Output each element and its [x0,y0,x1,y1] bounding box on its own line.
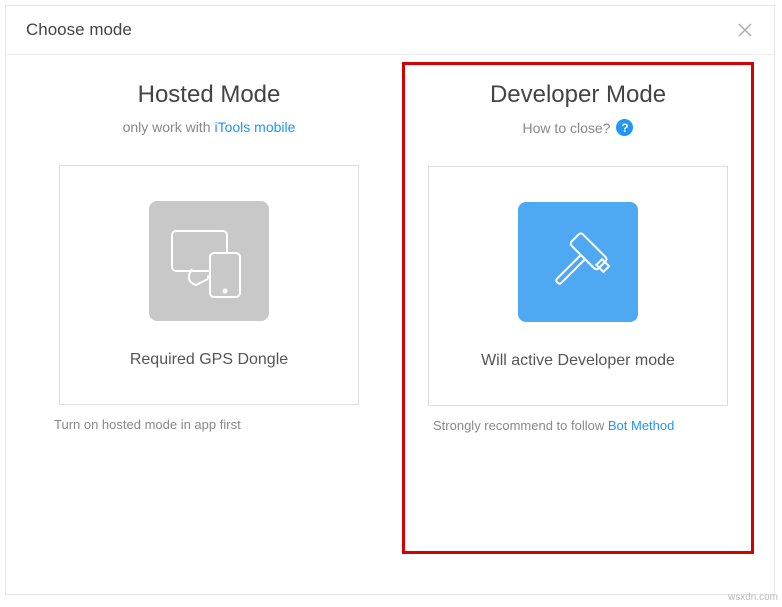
gps-dongle-icon [149,201,269,321]
close-button[interactable] [736,21,754,39]
developer-mode-card[interactable]: Will active Developer mode [428,166,728,406]
hosted-footnote: Turn on hosted mode in app first [36,417,241,432]
bot-method-link[interactable]: Bot Method [608,418,675,433]
close-icon [737,22,753,38]
watermark: wsxdn.com [728,592,778,603]
hosted-mode-subtitle: only work with iTools mobile [123,119,296,135]
developer-card-label: Will active Developer mode [481,352,675,370]
developer-mode-title: Developer Mode [490,81,666,109]
dialog-title: Choose mode [26,20,132,40]
help-icon[interactable]: ? [616,119,633,136]
dialog-body: Hosted Mode only work with iTools mobile… [6,55,774,594]
hosted-mode-title: Hosted Mode [138,81,281,109]
developer-mode-column: Developer Mode How to close? ? Will acti… [402,62,754,554]
hosted-mode-card[interactable]: Required GPS Dongle [59,165,359,405]
developer-mode-subtitle: How to close? ? [523,119,634,136]
developer-footnote: Strongly recommend to follow Bot Method [405,418,674,433]
hammer-icon [518,202,638,322]
developer-subtitle-text: How to close? [523,120,611,136]
choose-mode-dialog: Choose mode Hosted Mode only work with i… [5,5,775,595]
hosted-subtitle-text: only work with [123,119,211,135]
hosted-card-label: Required GPS Dongle [130,351,288,369]
dialog-header: Choose mode [6,6,774,55]
hosted-mode-column: Hosted Mode only work with iTools mobile… [36,75,382,554]
developer-footnote-text: Strongly recommend to follow [433,418,604,433]
itools-mobile-link[interactable]: iTools mobile [214,119,295,135]
